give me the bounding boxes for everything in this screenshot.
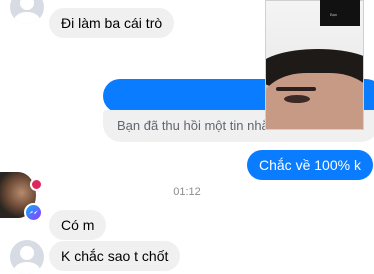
message-bubble-incoming[interactable]: K chắc sao t chốt <box>49 241 181 271</box>
message-bubble-incoming[interactable]: Đi làm ba cái trò <box>49 8 175 38</box>
messenger-icon <box>24 203 43 222</box>
active-status-dot <box>30 178 43 191</box>
message-bubble-outgoing[interactable]: Chắc về 100% k <box>247 150 373 180</box>
message-bubble-incoming[interactable]: Có m <box>49 210 107 240</box>
sender-avatar-top[interactable] <box>10 0 44 24</box>
sender-avatar-bottom[interactable] <box>10 240 44 274</box>
timestamp: 01:12 <box>173 186 201 198</box>
self-view-label: Bạn <box>330 12 338 17</box>
self-view-video[interactable]: Bạn <box>320 0 360 26</box>
